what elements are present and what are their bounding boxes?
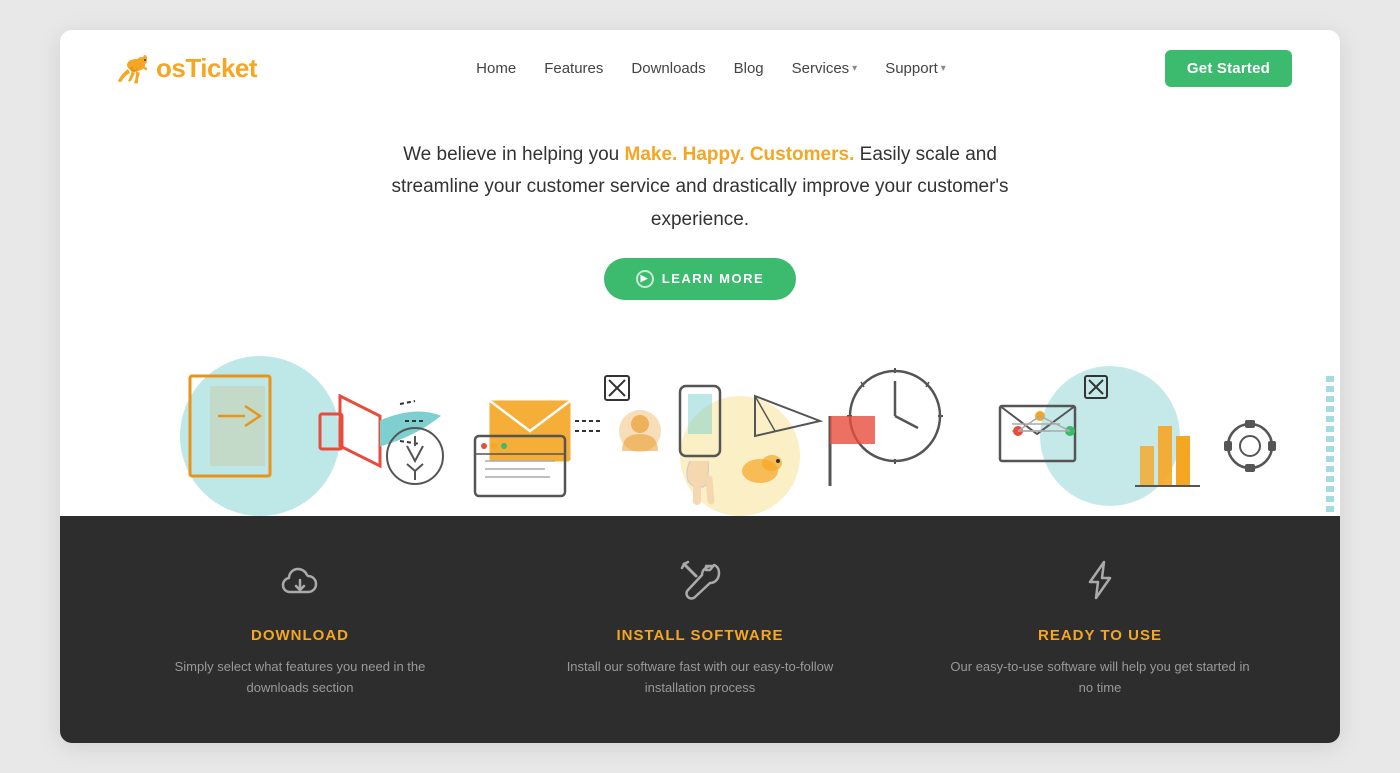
nav-item-home[interactable]: Home xyxy=(476,60,516,78)
hero-text-before: We believe in helping you xyxy=(403,144,619,165)
play-icon: ▶ xyxy=(636,270,654,288)
nav-link-features[interactable]: Features xyxy=(544,60,603,77)
nav-link-support: Support xyxy=(885,60,938,77)
chevron-down-icon: ▾ xyxy=(852,63,857,74)
wrench-icon xyxy=(550,556,850,613)
feature-ready-title: READY TO USE xyxy=(950,627,1250,644)
logo-ticket: Ticket xyxy=(185,53,257,83)
feature-download: DOWNLOAD Simply select what features you… xyxy=(150,556,450,699)
main-card: osTicket Home Features Downloads Blog Se… xyxy=(60,30,1340,743)
learn-more-label: LEARN MORE xyxy=(662,271,764,286)
nav-link-services: Services xyxy=(792,60,850,77)
illustration-svg xyxy=(60,316,1340,516)
feature-install: INSTALL SOFTWARE Install our software fa… xyxy=(550,556,850,699)
hero-section: We believe in helping you Make. Happy. C… xyxy=(60,107,1340,300)
features-section: DOWNLOAD Simply select what features you… xyxy=(60,516,1340,743)
nav-item-support[interactable]: Support ▾ xyxy=(885,60,946,77)
logo-os: os xyxy=(156,53,185,83)
feature-install-desc: Install our software fast with our easy-… xyxy=(550,656,850,699)
logo-kangaroo-icon xyxy=(108,51,152,87)
logo-label: osTicket xyxy=(156,53,257,84)
nav-dropdown-services[interactable]: Services ▾ xyxy=(792,60,858,77)
nav-item-downloads[interactable]: Downloads xyxy=(631,60,705,78)
nav-link-blog[interactable]: Blog xyxy=(734,60,764,77)
nav-links: Home Features Downloads Blog Services ▾ … xyxy=(476,60,946,78)
cloud-download-icon xyxy=(150,556,450,613)
hero-illustration xyxy=(60,316,1340,516)
hero-highlight: Make. Happy. Customers. xyxy=(625,144,855,165)
nav-item-features[interactable]: Features xyxy=(544,60,603,78)
nav-item-services[interactable]: Services ▾ xyxy=(792,60,858,77)
feature-ready-desc: Our easy-to-use software will help you g… xyxy=(950,656,1250,699)
nav-link-downloads[interactable]: Downloads xyxy=(631,60,705,77)
chevron-down-icon-support: ▾ xyxy=(941,63,946,74)
logo[interactable]: osTicket xyxy=(108,51,257,87)
nav-link-home[interactable]: Home xyxy=(476,60,516,77)
learn-more-button[interactable]: ▶ LEARN MORE xyxy=(604,258,796,300)
feature-download-desc: Simply select what features you need in … xyxy=(150,656,450,699)
navigation: osTicket Home Features Downloads Blog Se… xyxy=(60,30,1340,107)
hero-text: We believe in helping you Make. Happy. C… xyxy=(360,139,1040,236)
feature-download-title: DOWNLOAD xyxy=(150,627,450,644)
lightning-icon xyxy=(950,556,1250,613)
feature-ready: READY TO USE Our easy-to-use software wi… xyxy=(950,556,1250,699)
nav-dropdown-support[interactable]: Support ▾ xyxy=(885,60,946,77)
feature-install-title: INSTALL SOFTWARE xyxy=(550,627,850,644)
nav-item-blog[interactable]: Blog xyxy=(734,60,764,78)
get-started-button[interactable]: Get Started xyxy=(1165,50,1292,87)
